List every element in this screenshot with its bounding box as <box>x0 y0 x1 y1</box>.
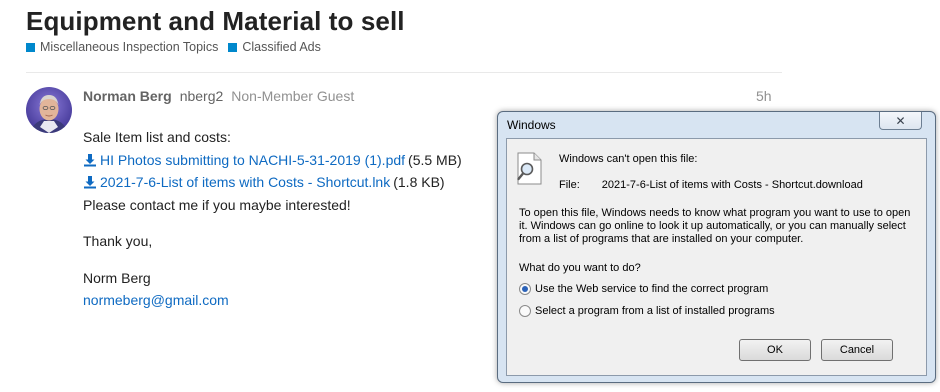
post-email-link[interactable]: normeberg@gmail.com <box>83 289 462 312</box>
avatar[interactable] <box>26 87 72 133</box>
post-signature: Norm Berg <box>83 269 151 286</box>
category-badge-icon <box>26 42 35 52</box>
dialog-heading: Windows can't open this file: <box>559 153 698 165</box>
file-label: File: <box>559 179 580 191</box>
category-link-classified[interactable]: Classified Ads <box>228 40 321 54</box>
cancel-button[interactable]: Cancel <box>821 339 893 361</box>
radio-label: Select a program from a list of installe… <box>535 305 775 317</box>
attachment-size: (1.8 KB) <box>393 174 445 190</box>
attachment-link[interactable]: HI Photos submitting to NACHI-5-31-2019 … <box>100 149 405 172</box>
dialog-file-row: File: 2021-7-6-List of items with Costs … <box>559 179 863 191</box>
category-label: Classified Ads <box>242 40 321 54</box>
category-link-misc[interactable]: Miscellaneous Inspection Topics <box>26 40 218 54</box>
radio-label: Use the Web service to find the correct … <box>535 283 769 295</box>
attachment-item: HI Photos submitting to NACHI-5-31-2019 … <box>83 149 462 172</box>
post-header: Norman Berg nberg2 Non-Member Guest <box>83 88 354 104</box>
file-name: 2021-7-6-List of items with Costs - Shor… <box>601 179 863 191</box>
dialog-title: Windows <box>507 118 556 132</box>
download-icon <box>84 153 96 167</box>
windows-open-with-dialog: Windows ✕ Windows can't open this file: … <box>497 111 936 383</box>
radio-installed-programs[interactable]: Select a program from a list of installe… <box>519 305 775 317</box>
dialog-question: What do you want to do? <box>519 262 641 274</box>
unknown-file-search-icon <box>517 152 542 185</box>
download-icon <box>84 176 96 189</box>
dialog-close-button[interactable]: ✕ <box>879 112 922 130</box>
post-timestamp[interactable]: 5h <box>756 88 772 104</box>
post-user-title: Non-Member Guest <box>231 88 355 104</box>
post-handle[interactable]: nberg2 <box>180 88 224 104</box>
category-badge-icon <box>228 42 238 52</box>
ok-button[interactable]: OK <box>739 339 811 361</box>
attachment-link[interactable]: 2021-7-6-List of items with Costs - Shor… <box>100 171 390 194</box>
close-icon: ✕ <box>895 113 906 128</box>
radio-web-service[interactable]: Use the Web service to find the correct … <box>519 283 768 295</box>
post-thanks: Thank you, <box>83 233 153 249</box>
radio-selected-icon <box>519 283 531 295</box>
dialog-content: Windows can't open this file: File: 2021… <box>506 138 927 376</box>
radio-unselected-icon <box>519 305 531 317</box>
topic-title[interactable]: Equipment and Material to sell <box>26 6 405 37</box>
post-contact-line: Please contact me if you maybe intereste… <box>83 196 351 213</box>
category-label: Miscellaneous Inspection Topics <box>40 40 219 54</box>
avatar-photo-icon <box>26 87 72 133</box>
topic-divider <box>26 72 782 73</box>
attachment-size: (5.5 MB) <box>408 151 462 168</box>
post-username[interactable]: Norman Berg <box>83 88 172 104</box>
post-intro: Sale Item list and costs: <box>83 129 231 145</box>
attachment-item: 2021-7-6-List of items with Costs - Shor… <box>83 171 462 194</box>
post-body: Sale Item list and costs: HI Photos subm… <box>83 126 462 312</box>
category-breadcrumb: Miscellaneous Inspection Topics Classifi… <box>26 40 321 54</box>
dialog-description: To open this file, Windows needs to know… <box>519 207 911 245</box>
